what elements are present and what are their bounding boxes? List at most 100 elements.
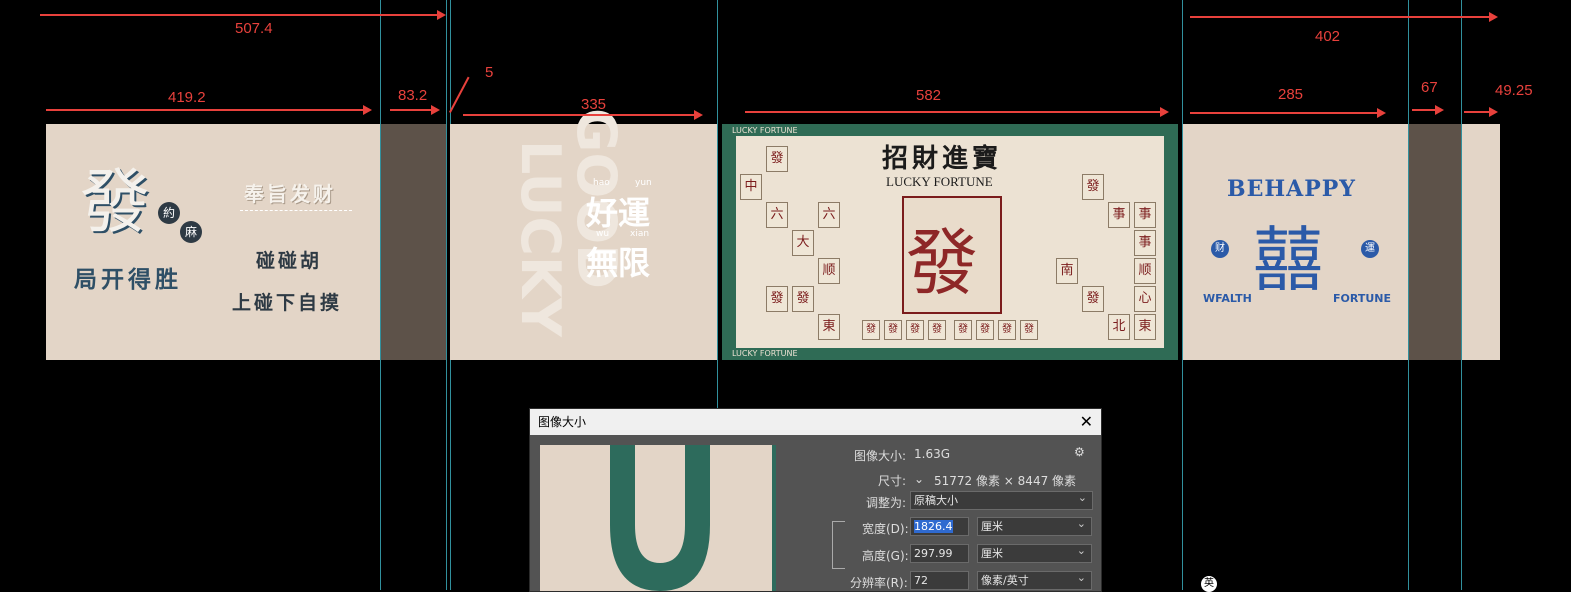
tile-left-3: 六 <box>766 202 788 228</box>
dim-582: 582 <box>916 87 942 104</box>
close-icon[interactable]: ✕ <box>1080 409 1093 435</box>
dim-285: 285 <box>1278 86 1304 103</box>
fit-to-select[interactable]: 原稿大小 <box>910 489 1093 510</box>
bottom-tile-6: 發 <box>976 320 994 340</box>
width-input[interactable]: 1826.4 <box>910 517 969 536</box>
dim-49: 49.25 <box>1495 82 1533 99</box>
chevron-down-icon[interactable]: ⌄ <box>914 472 924 486</box>
tile-right-3: 事 <box>1134 230 1156 256</box>
dimensions-value: 51772 像素 × 8447 像素 <box>934 474 1077 488</box>
height-unit-select[interactable]: 厘米 <box>977 542 1092 563</box>
behappy-title: BEHAPPY <box>1227 176 1357 202</box>
badge-yun: 運 <box>1361 240 1379 258</box>
dim-419: 419.2 <box>168 89 206 106</box>
height-label: 高度(G): <box>862 549 909 563</box>
tile-left-8: 發 <box>792 286 814 312</box>
arrow-507 <box>40 10 446 20</box>
arrow-5 <box>449 76 470 113</box>
packaging-panel-behappy: BEHAPPY 囍 财 運 WFALTH FORTUNE <box>1183 124 1408 360</box>
tile-right-4: 事 <box>1108 202 1130 228</box>
tile-left-4: 六 <box>818 202 840 228</box>
arrow-582 <box>745 107 1169 117</box>
dialog-title: 图像大小 <box>538 415 587 429</box>
word-fortune: FORTUNE <box>1333 292 1391 305</box>
bottom-tile-7: 發 <box>998 320 1016 340</box>
resolution-label: 分辨率(R): <box>850 576 908 590</box>
guide-line-2 <box>446 0 447 590</box>
bottom-tile-4: 發 <box>928 320 946 340</box>
tile-left-1: 發 <box>766 146 788 172</box>
tile-right-5: 南 <box>1056 258 1078 284</box>
slogan-divider <box>240 210 352 211</box>
tile-left-6: 顺 <box>818 258 840 284</box>
dimensions-label: 尺寸: <box>878 474 907 488</box>
tile-right-2: 事 <box>1134 202 1156 228</box>
dialog-titlebar[interactable]: 图像大小 ✕ <box>530 409 1101 435</box>
width-unit-select[interactable]: 厘米 <box>977 515 1092 536</box>
mahjong-title: 招財進寶 <box>882 144 1003 174</box>
height-input[interactable]: 297.99 <box>910 544 969 563</box>
dim-507: 507.4 <box>235 20 273 37</box>
width-value: 1826.4 <box>914 520 953 533</box>
border-text-top: LUCKY FORTUNE <box>732 126 798 135</box>
tile-right-6: 顺 <box>1134 258 1156 284</box>
dim-67: 67 <box>1421 79 1438 96</box>
tile-right-7: 發 <box>1082 286 1104 312</box>
packaging-panel-lucky: GOOD LUCKY hao yun 好運 wu xian 無限 <box>450 108 717 360</box>
word-wealth: WFALTH <box>1203 292 1252 305</box>
width-label: 宽度(D): <box>862 522 909 536</box>
arrow-67 <box>1412 105 1444 115</box>
image-size-value: 1.63G <box>914 447 951 461</box>
image-size-label: 图像大小: <box>854 449 907 463</box>
gear-icon[interactable]: ⚙ <box>1074 445 1085 459</box>
pinyin-yun: yun <box>635 178 652 188</box>
tile-left-5: 大 <box>792 230 814 256</box>
arrow-419 <box>46 105 372 115</box>
link-icon[interactable] <box>832 521 845 569</box>
preview-thumbnail[interactable] <box>540 445 776 591</box>
dim-335: 335 <box>581 96 607 113</box>
tile-right-10: 東 <box>1134 314 1156 340</box>
tile-left-2: 中 <box>740 174 762 200</box>
bottom-tile-5: 發 <box>954 320 972 340</box>
text-wuxian: 無限 <box>586 244 651 282</box>
text-shangpeng: 上碰下自摸 <box>232 292 343 314</box>
dim-5: 5 <box>485 64 494 81</box>
badge-cai: 财 <box>1211 240 1229 258</box>
pinyin-hao: hao <box>593 178 610 188</box>
image-size-dialog[interactable]: 图像大小 ✕ 图像大小: 1.63G ⚙ 尺寸: ⌄ 51772 像素 × 84… <box>529 408 1102 592</box>
preview-shape <box>610 445 776 591</box>
bottom-tile-3: 發 <box>906 320 924 340</box>
mahjong-subtitle: LUCKY FORTUNE <box>886 174 993 189</box>
arrow-402 <box>1190 12 1498 22</box>
bottom-tile-8: 發 <box>1020 320 1038 340</box>
arrow-49 <box>1464 107 1498 117</box>
center-fa-character: 發 <box>906 221 979 305</box>
badge-yue: 約 <box>158 202 180 224</box>
fit-to-label: 调整为: <box>866 496 907 510</box>
arrow-335 <box>463 110 703 120</box>
tile-right-8: 心 <box>1134 286 1156 312</box>
resolution-input[interactable]: 72 <box>910 571 969 590</box>
resolution-unit-select[interactable]: 像素/英寸 <box>977 569 1092 590</box>
bottom-tile-1: 發 <box>862 320 880 340</box>
tile-left-7: 發 <box>766 286 788 312</box>
packaging-panel-mahjong: LUCKY FORTUNE LUCKY FORTUNE 招財進寶 LUCKY F… <box>722 124 1178 360</box>
dim-402: 402 <box>1315 28 1341 45</box>
packaging-panel-left: 發 約 麻 局开得胜 奉旨发财 碰碰胡 上碰下自摸 <box>46 124 380 360</box>
dim-83: 83.2 <box>398 87 428 104</box>
side-flap-1 <box>381 124 446 360</box>
arrow-285 <box>1190 108 1386 118</box>
vertical-lucky: LUCKY <box>509 140 572 337</box>
xi-character: 囍 <box>1253 219 1323 301</box>
tile-right-1: 發 <box>1082 174 1104 200</box>
fa-character: 發 <box>80 161 150 243</box>
bottom-tile-2: 發 <box>884 320 902 340</box>
tile-left-9: 東 <box>818 314 840 340</box>
text-slogan: 奉旨发财 <box>244 182 336 206</box>
badge-ma: 麻 <box>180 221 202 243</box>
border-text-bottom: LUCKY FORTUNE <box>732 349 798 358</box>
text-pengpenghu: 碰碰胡 <box>256 250 323 272</box>
glue-flap <box>1462 124 1500 360</box>
tile-right-9: 北 <box>1108 314 1130 340</box>
